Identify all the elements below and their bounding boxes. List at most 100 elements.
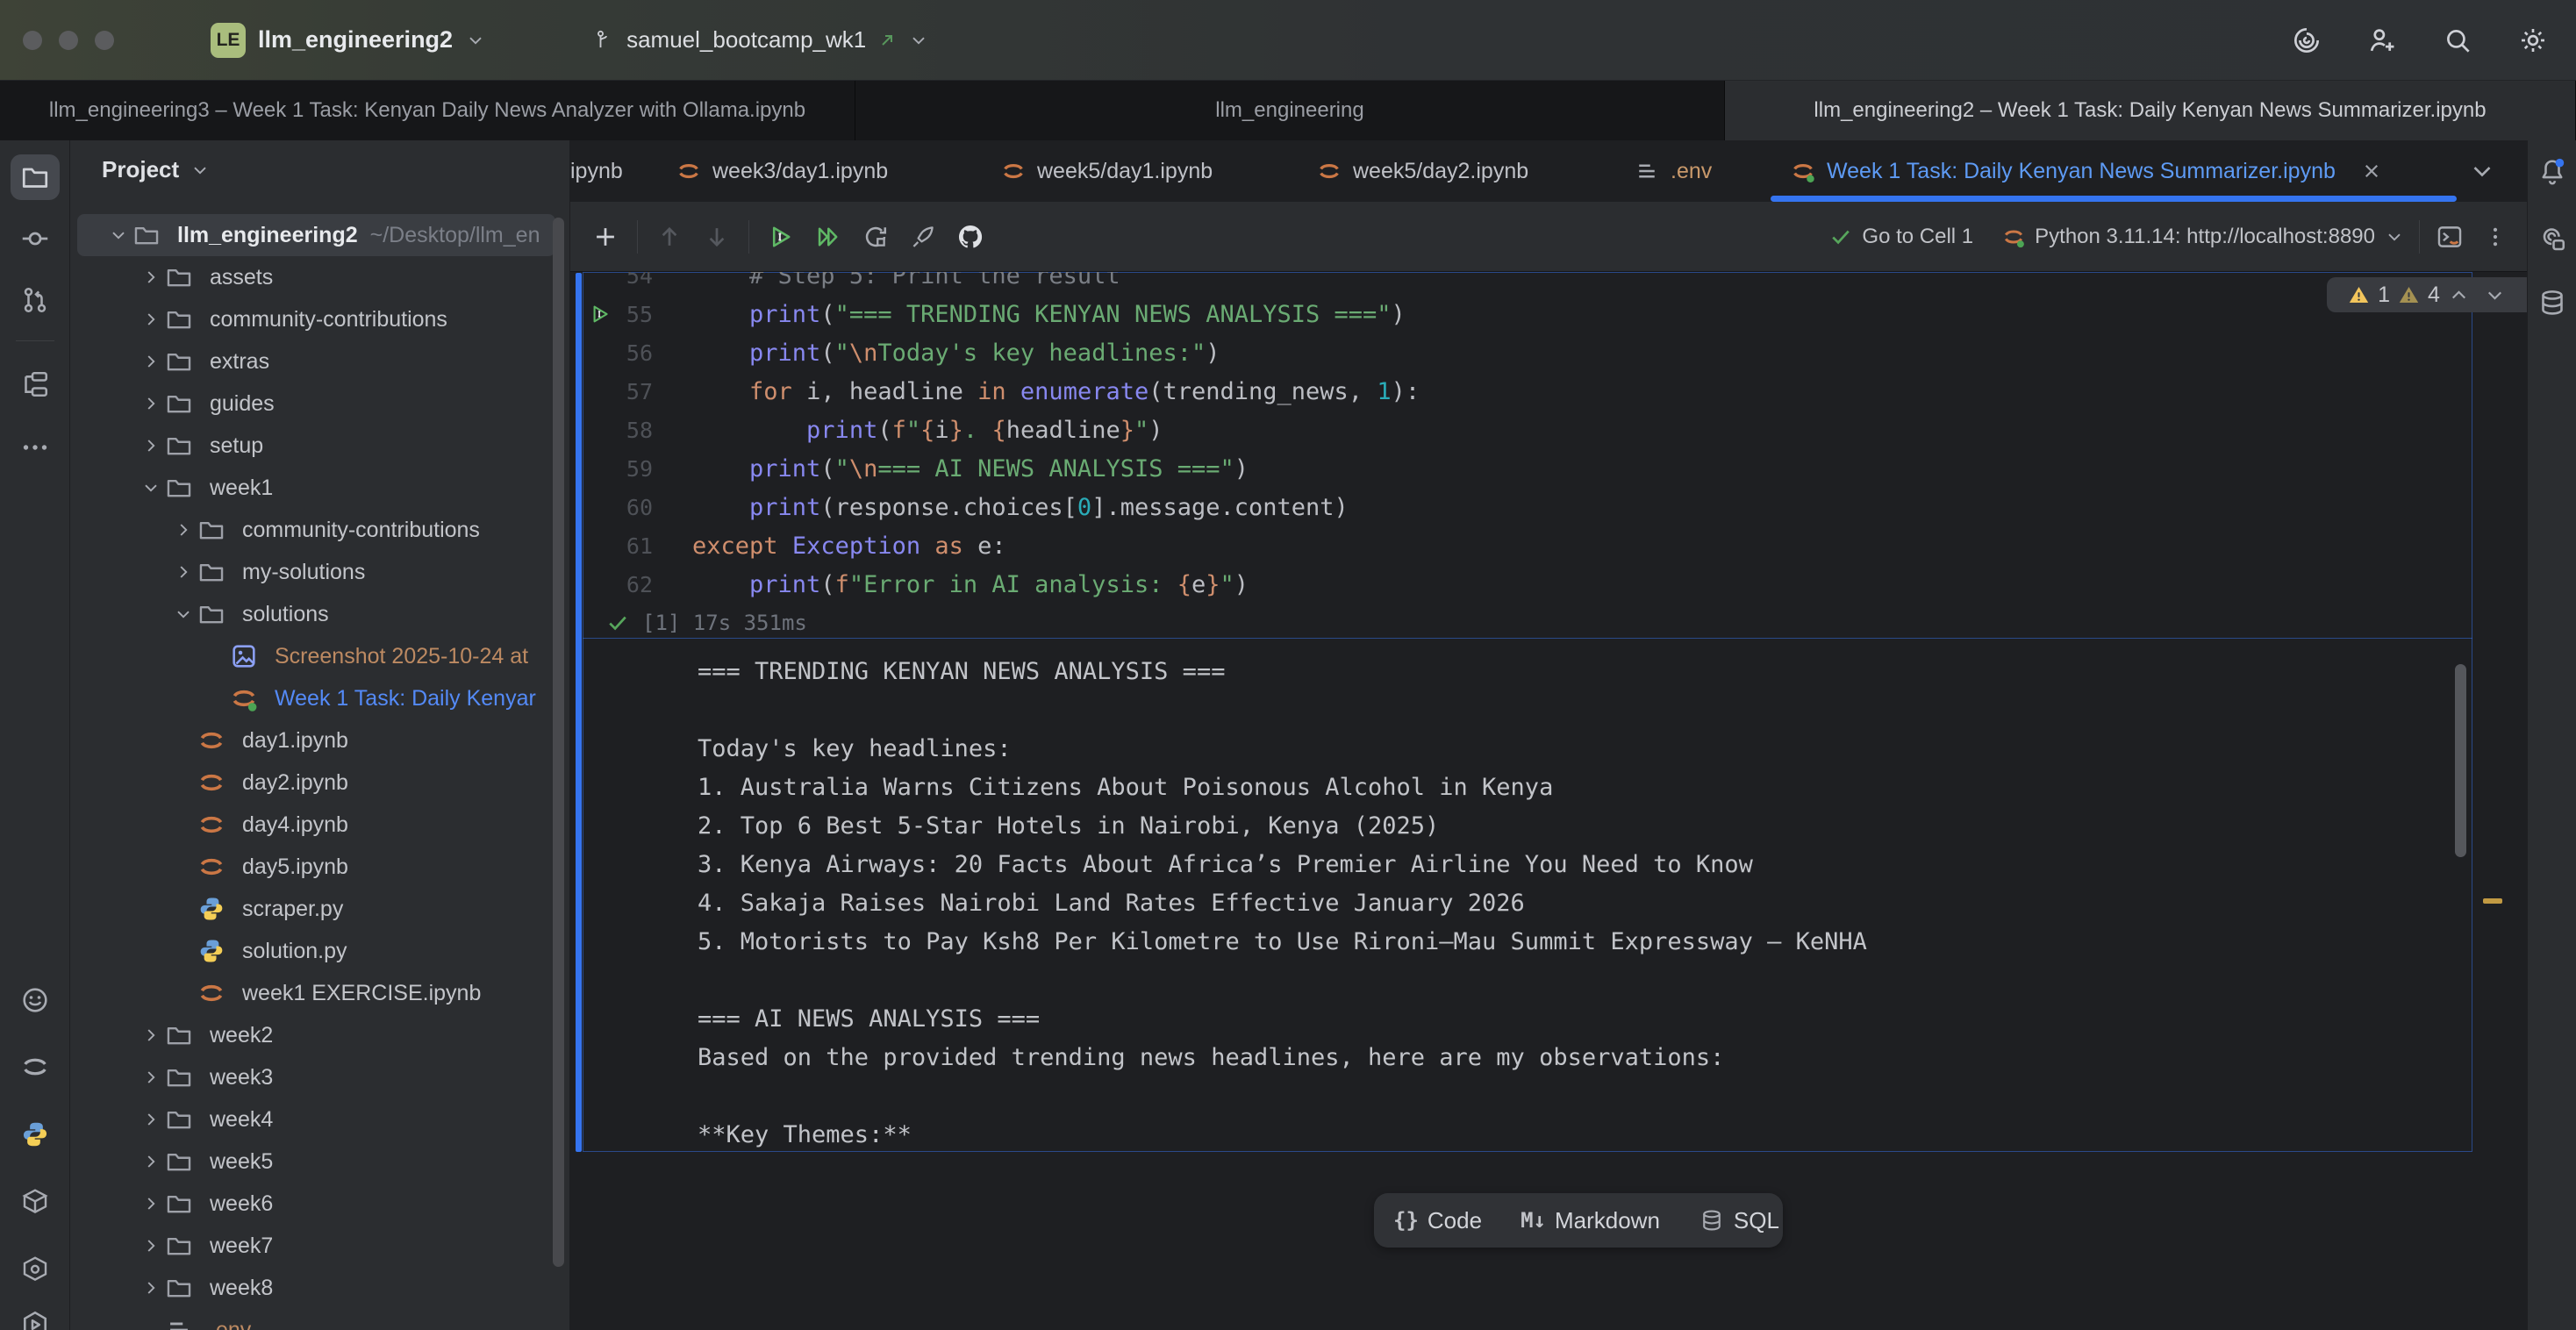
sidebar-jupyter[interactable] [11, 1044, 60, 1090]
move-cell-up-button[interactable] [654, 221, 685, 253]
kernel-selector[interactable]: Python 3.11.14: http://localhost:8890 [2001, 221, 2405, 253]
search-icon[interactable] [2441, 24, 2474, 57]
run-cell-button[interactable] [765, 221, 797, 253]
minimize-window-dot[interactable] [59, 31, 78, 50]
tree-item-label: week6 [210, 1191, 273, 1217]
clear-outputs-button[interactable] [907, 221, 939, 253]
tree-item-solution-py[interactable]: solution.py [77, 930, 555, 972]
branch-widget[interactable]: samuel_bootcamp_wk1 [591, 26, 929, 54]
stripe-divider [16, 340, 54, 341]
tree-item-week3[interactable]: week3 [77, 1056, 555, 1098]
tree-item-week8[interactable]: week8 [77, 1267, 555, 1309]
sidebar-pull-requests[interactable] [11, 277, 60, 323]
sidebar-commit[interactable] [11, 216, 60, 261]
sidebar-huggingface[interactable] [11, 977, 60, 1023]
tree-item-week4[interactable]: week4 [77, 1098, 555, 1141]
more-options-button[interactable] [2479, 221, 2511, 253]
tree-item-env[interactable]: .env [77, 1309, 555, 1330]
tree-item-day2-ipynb[interactable]: day2.ipynb [77, 762, 555, 804]
window-tab-3[interactable]: llm_engineering2 – Week 1 Task: Daily Ke… [1725, 81, 2576, 140]
tree-item-screenshot-2025-10-24-at[interactable]: Screenshot 2025-10-24 at [77, 635, 555, 677]
code-line-61[interactable]: 61 except Exception as e: [583, 526, 2469, 565]
tree-item-week1-exercise-ipynb[interactable]: week1 EXERCISE.ipynb [77, 972, 555, 1014]
tree-item-day1-ipynb[interactable]: day1.ipynb [77, 719, 555, 762]
code-line-59[interactable]: 59 print("\n=== AI NEWS ANALYSIS ===") [583, 449, 2469, 488]
tree-item-assets[interactable]: assets [77, 256, 555, 298]
run-cell-gutter-icon[interactable] [588, 302, 612, 326]
project-widget[interactable]: LE llm_engineering2 [211, 23, 486, 58]
tree-item-week7[interactable]: week7 [77, 1225, 555, 1267]
sidebar-services[interactable] [11, 1302, 60, 1330]
sidebar-dependencies[interactable] [11, 1246, 60, 1291]
sidebar-python-packages[interactable] [11, 1178, 60, 1224]
code-line-57[interactable]: 57 for i, headline in enumerate(trending… [583, 372, 2469, 411]
add-markdown-cell-button[interactable]: M↓Markdown [1501, 1193, 1679, 1248]
editor-tab-week5-day2-ipynb[interactable]: week5/day2.ipynb [1316, 140, 1528, 202]
restart-kernel-button[interactable] [860, 221, 891, 253]
tree-item-week1[interactable]: week1 [77, 467, 555, 509]
project-tree-scrollbar[interactable] [553, 218, 564, 1267]
editor-tab-ipynb[interactable]: ipynb [570, 140, 623, 202]
add-code-cell-button[interactable]: {}Code [1374, 1193, 1501, 1248]
zoom-window-dot[interactable] [95, 31, 114, 50]
database-button[interactable] [2531, 282, 2573, 324]
ai-assistant-icon[interactable] [2290, 24, 2323, 57]
tree-item-community-contributions[interactable]: community-contributions [77, 298, 555, 340]
editor-tab-env[interactable]: .env [1634, 140, 1712, 202]
tree-item-extras[interactable]: extras [77, 340, 555, 383]
inspections-widget[interactable]: 1 4 [2327, 277, 2527, 312]
tree-item-scraper-py[interactable]: scraper.py [77, 888, 555, 930]
close-tab-icon[interactable] [2358, 158, 2385, 184]
code-line-62[interactable]: 62 print(f"Error in AI analysis: {e}") [583, 565, 2469, 604]
sidebar-project[interactable] [11, 154, 60, 200]
notifications-button[interactable] [2531, 150, 2573, 192]
add-sql-cell-button[interactable]: SQL [1679, 1193, 1799, 1248]
tree-item-my-solutions[interactable]: my-solutions [77, 551, 555, 593]
error-stripe-warning-mark[interactable] [2483, 898, 2502, 904]
sidebar-structure[interactable] [11, 361, 60, 407]
traffic-lights[interactable] [23, 31, 114, 50]
window-tab-2[interactable]: llm_engineering [855, 81, 1725, 140]
editor-tab-week3-day1-ipynb[interactable]: week3/day1.ipynb [676, 140, 888, 202]
tree-item-solutions[interactable]: solutions [77, 593, 555, 635]
editor-tab-label: week3/day1.ipynb [712, 159, 888, 184]
project-panel-header[interactable]: Project [102, 156, 211, 183]
add-cell-button[interactable] [590, 221, 621, 253]
tree-item-week-1-task-daily-kenyar[interactable]: Week 1 Task: Daily Kenyar [77, 677, 555, 719]
add-user-icon[interactable] [2365, 24, 2399, 57]
code-line-56[interactable]: 56 print("\nToday's key headlines:") [583, 333, 2469, 372]
code-line-54[interactable]: 54 # Step 5: Print the result [583, 272, 2469, 295]
jupyter-console-button[interactable] [2434, 221, 2465, 253]
tree-item-community-contributions[interactable]: community-contributions [77, 509, 555, 551]
sidebar-more[interactable] [11, 425, 60, 470]
code-line-60[interactable]: 60 print(response.choices[0].message.con… [583, 488, 2469, 526]
settings-gear-icon[interactable] [2516, 24, 2550, 57]
folder-icon [164, 1105, 194, 1134]
move-cell-down-button[interactable] [701, 221, 733, 253]
output-scrollbar[interactable] [2455, 664, 2466, 857]
code-line-58[interactable]: 58 print(f"{i}. {headline}") [583, 411, 2469, 449]
code-line-55[interactable]: 55 print("=== TRENDING KENYAN NEWS ANALY… [583, 295, 2469, 333]
sidebar-python-console[interactable] [11, 1112, 60, 1157]
next-problem-icon[interactable] [2483, 283, 2507, 307]
tree-item-setup[interactable]: setup [77, 425, 555, 467]
editor-tab-week5-day1-ipynb[interactable]: week5/day1.ipynb [1000, 140, 1213, 202]
ai-assistant-button[interactable] [2531, 218, 2573, 260]
tree-item-day5-ipynb[interactable]: day5.ipynb [77, 846, 555, 888]
go-to-cell-button[interactable]: Go to Cell 1 [1828, 221, 1973, 253]
tree-item-day4-ipynb[interactable]: day4.ipynb [77, 804, 555, 846]
tree-item-guides[interactable]: guides [77, 383, 555, 425]
tree-item-week5[interactable]: week5 [77, 1141, 555, 1183]
folder-icon [197, 557, 226, 587]
previous-problem-icon[interactable] [2447, 283, 2471, 307]
folder-icon [164, 304, 194, 334]
github-button[interactable] [955, 221, 986, 253]
editor-tab-week-1-task-daily-kenyan-news-summarizer-ipynb[interactable]: Week 1 Task: Daily Kenyan News Summarize… [1790, 140, 2385, 202]
tree-item-llm-engineering2[interactable]: llm_engineering2 ~/Desktop/llm_en [77, 214, 555, 256]
tree-item-week2[interactable]: week2 [77, 1014, 555, 1056]
close-window-dot[interactable] [23, 31, 42, 50]
tab-list-chevron-icon[interactable] [2467, 156, 2497, 186]
tree-item-week6[interactable]: week6 [77, 1183, 555, 1225]
run-all-button[interactable] [812, 221, 844, 253]
window-tab-1[interactable]: llm_engineering3 – Week 1 Task: Kenyan D… [0, 81, 855, 140]
